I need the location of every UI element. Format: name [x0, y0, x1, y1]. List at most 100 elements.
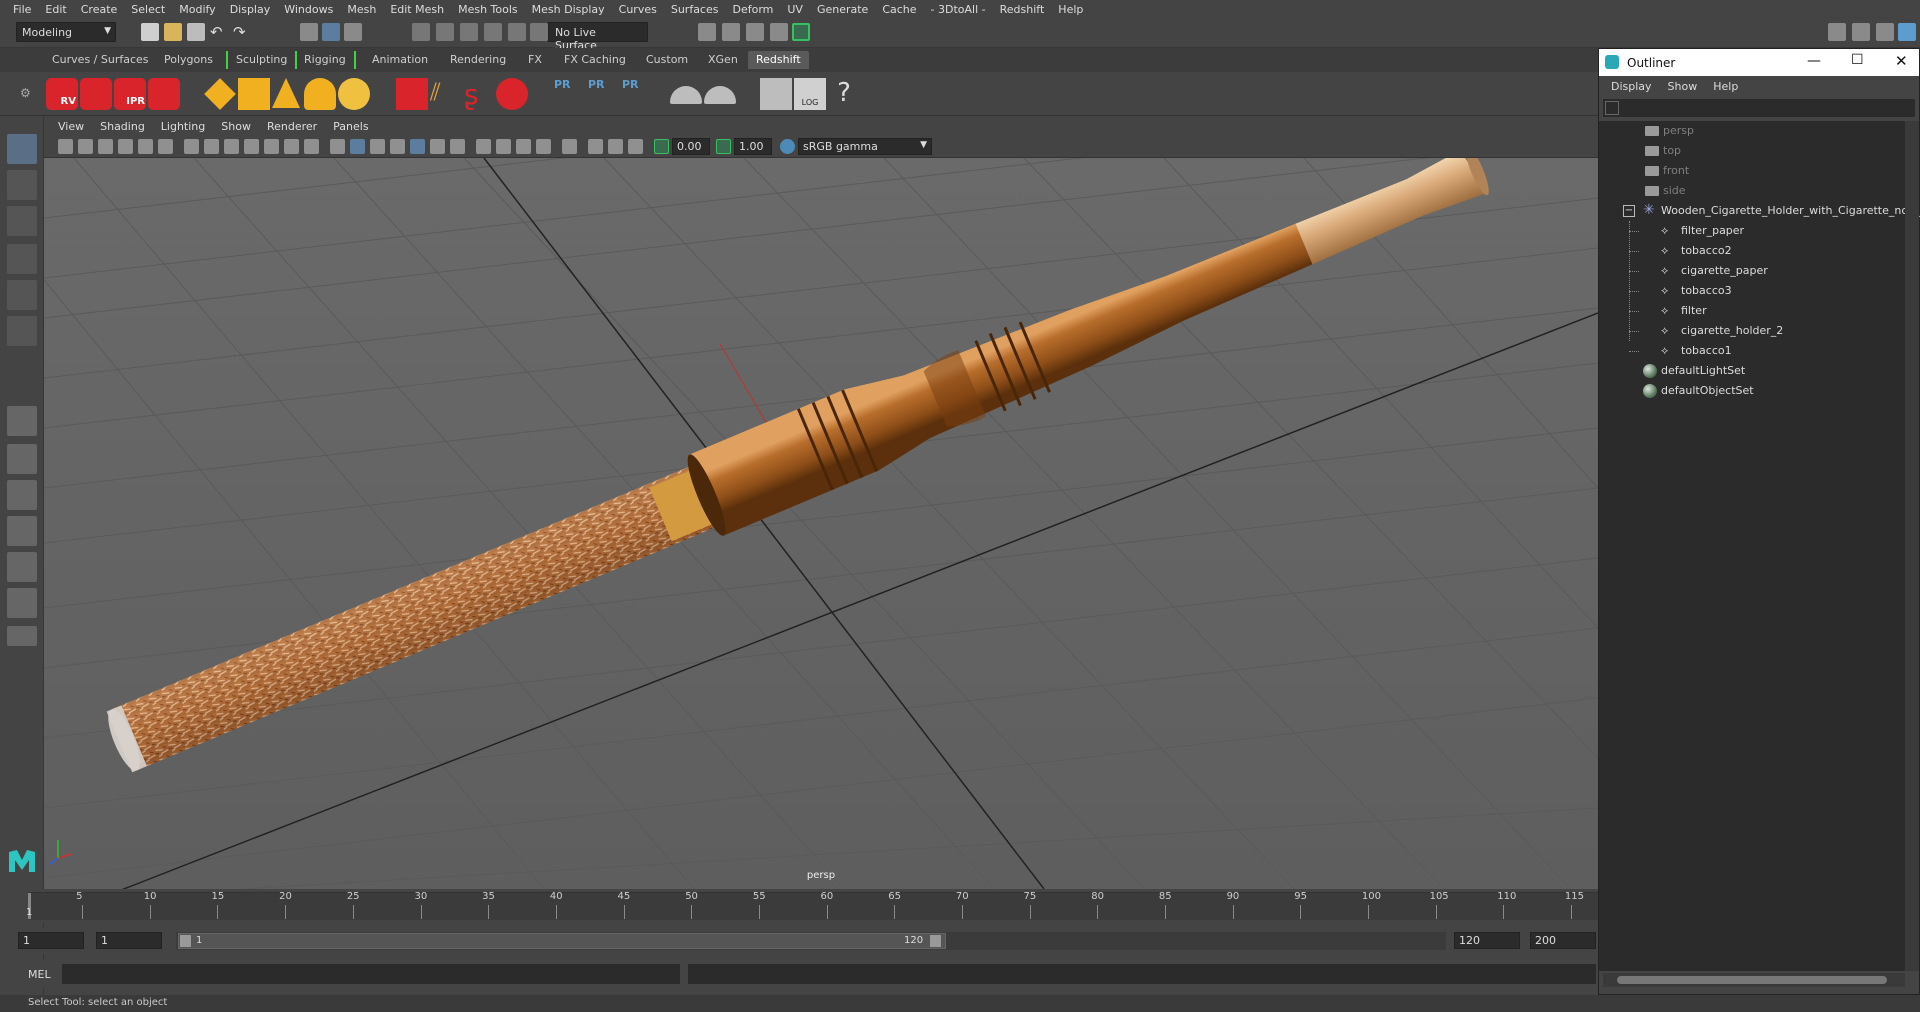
four-view-layout-icon[interactable]	[7, 444, 37, 474]
menu-uv[interactable]: UV	[780, 3, 810, 16]
new-scene-icon[interactable]	[141, 23, 159, 41]
field-chart-icon[interactable]	[264, 139, 279, 154]
outliner-item-default-object-set[interactable]: defaultObjectSet	[1599, 381, 1905, 401]
open-scene-icon[interactable]	[164, 23, 182, 41]
redshift-spot-light-icon[interactable]	[272, 78, 300, 108]
xray-icon[interactable]	[588, 139, 603, 154]
gamma-field[interactable]: 1.00	[734, 138, 772, 155]
redshift-batch-render-icon[interactable]	[80, 78, 112, 110]
menu-mesh[interactable]: Mesh	[340, 3, 383, 16]
render-settings-icon[interactable]	[746, 23, 764, 41]
viewport-persp[interactable]: persp	[44, 158, 1598, 889]
safe-title-icon[interactable]	[304, 139, 319, 154]
wireframe-on-shaded-icon[interactable]	[390, 139, 405, 154]
tab-custom[interactable]: Custom	[638, 51, 696, 69]
outliner-item-filter-paper[interactable]: ⟡ filter_paper	[1599, 221, 1905, 241]
redshift-ipr-icon[interactable]: IPR	[114, 78, 146, 110]
safe-action-icon[interactable]	[284, 139, 299, 154]
animation-start-field[interactable]: 1	[18, 932, 84, 949]
outliner-item-group[interactable]: − ✳ Wooden_Cigarette_Holder_with_Cigaret…	[1599, 201, 1920, 221]
snap-grid-icon[interactable]	[412, 23, 430, 41]
menu-edit-mesh[interactable]: Edit Mesh	[383, 3, 451, 16]
menu-cache[interactable]: Cache	[875, 3, 923, 16]
snap-curve-icon[interactable]	[436, 23, 454, 41]
menu-surfaces[interactable]: Surfaces	[664, 3, 726, 16]
outliner-item-tobacco2[interactable]: ⟡ tobacco2	[1599, 241, 1905, 261]
playback-start-field[interactable]: 1	[96, 932, 162, 949]
redshift-pr-icon-3[interactable]: PR	[622, 78, 654, 110]
outliner-item-front[interactable]: front	[1599, 161, 1905, 181]
redshift-proxy-icon[interactable]	[396, 78, 428, 110]
bookmarks-icon[interactable]	[98, 139, 113, 154]
outliner-item-tobacco1[interactable]: ⟡ tobacco1	[1599, 341, 1905, 361]
persp-graph-layout-icon[interactable]	[7, 552, 37, 582]
camera-attributes-icon[interactable]	[78, 139, 93, 154]
tool-settings-toggle-icon[interactable]	[1876, 23, 1894, 41]
menu-help[interactable]: Help	[1051, 3, 1090, 16]
multisample-aa-icon[interactable]	[516, 139, 531, 154]
screen-space-ao-icon[interactable]	[476, 139, 491, 154]
menu-curves[interactable]: Curves	[612, 3, 664, 16]
outliner-item-persp[interactable]: persp	[1599, 121, 1905, 141]
grid-icon[interactable]	[184, 139, 199, 154]
scale-tool-icon[interactable]	[7, 316, 37, 346]
outliner-item-tobacco3[interactable]: ⟡ tobacco3	[1599, 281, 1905, 301]
redshift-hair-icon[interactable]: ⫽	[430, 78, 462, 110]
outliner-horizontal-scrollbar[interactable]	[1603, 973, 1905, 987]
persp-outliner-layout-icon[interactable]	[7, 516, 37, 546]
move-tool-icon[interactable]	[7, 244, 37, 274]
ipr-render-icon[interactable]	[722, 23, 740, 41]
snap-point-icon[interactable]	[460, 23, 478, 41]
gate-mask-icon[interactable]	[244, 139, 259, 154]
redshift-pr-icon-1[interactable]: PR	[554, 78, 586, 110]
animation-end-field[interactable]: 200	[1530, 932, 1596, 949]
menu-file[interactable]: File	[6, 3, 38, 16]
menu-deform[interactable]: Deform	[725, 3, 780, 16]
lasso-tool-icon[interactable]	[7, 170, 37, 200]
two-d-pan-zoom-icon[interactable]	[138, 139, 153, 154]
select-component-icon[interactable]	[344, 23, 362, 41]
menu-windows[interactable]: Windows	[277, 3, 340, 16]
redshift-log-icon[interactable]: LOG	[794, 78, 826, 110]
outliner-list[interactable]: persp top front side − ✳ Wooden_Cigarett…	[1599, 121, 1920, 971]
mode-selector[interactable]: Modeling ▼	[16, 22, 116, 42]
outliner-item-side[interactable]: side	[1599, 181, 1905, 201]
outliner-menu-display[interactable]: Display	[1603, 80, 1660, 93]
tab-xgen[interactable]: XGen	[700, 51, 746, 69]
outliner-item-cigarette-paper[interactable]: ⟡ cigarette_paper	[1599, 261, 1905, 281]
redshift-help-icon[interactable]: ?	[828, 78, 860, 110]
range-bar[interactable]	[178, 933, 946, 949]
panel-menu-shading[interactable]: Shading	[92, 120, 153, 133]
resolution-gate-icon[interactable]	[224, 139, 239, 154]
smooth-shade-icon[interactable]	[350, 139, 365, 154]
depth-of-field-icon[interactable]	[536, 139, 551, 154]
outliner-scroll-thumb[interactable]	[1617, 976, 1887, 984]
workspace-icon[interactable]	[1828, 23, 1846, 41]
outliner-menu-help[interactable]: Help	[1705, 80, 1746, 93]
redshift-script-icon[interactable]	[760, 78, 792, 110]
side-by-side-layout-icon[interactable]	[7, 480, 37, 510]
redshift-material-icon[interactable]	[496, 78, 528, 110]
minimize-icon[interactable]: —	[1807, 53, 1821, 69]
film-gate-icon[interactable]	[204, 139, 219, 154]
menu-create[interactable]: Create	[74, 3, 125, 16]
close-icon[interactable]: ✕	[1895, 52, 1908, 70]
outliner-item-filter[interactable]: ⟡ filter	[1599, 301, 1905, 321]
xray-components-icon[interactable]	[628, 139, 643, 154]
redshift-dome-light-icon[interactable]	[304, 78, 336, 110]
outliner-vertical-scrollbar[interactable]	[1905, 121, 1919, 971]
exposure-field[interactable]: 0.00	[672, 138, 710, 155]
redshift-portal-light-icon[interactable]	[238, 78, 270, 110]
menu-3dtoall[interactable]: - 3DtoAll -	[924, 3, 993, 16]
tab-polygons[interactable]: Polygons	[156, 51, 221, 69]
time-slider[interactable]: 1 5 10 15 20 25 30 35 40 45 50 55 60 65 70 75 80 85 90 95 1…	[0, 889, 1598, 923]
menu-mesh-display[interactable]: Mesh Display	[525, 3, 612, 16]
redshift-render-view-icon[interactable]: RV	[46, 78, 78, 110]
script-language-toggle[interactable]: MEL	[28, 968, 51, 981]
color-space-dropdown[interactable]: sRGB gamma ▼	[798, 138, 932, 155]
outliner-item-cigarette-holder-2[interactable]: ⟡ cigarette_holder_2	[1599, 321, 1905, 341]
wireframe-icon[interactable]	[330, 139, 345, 154]
use-all-lights-icon[interactable]	[430, 139, 445, 154]
xray-joints-icon[interactable]	[608, 139, 623, 154]
motion-blur-icon[interactable]	[496, 139, 511, 154]
